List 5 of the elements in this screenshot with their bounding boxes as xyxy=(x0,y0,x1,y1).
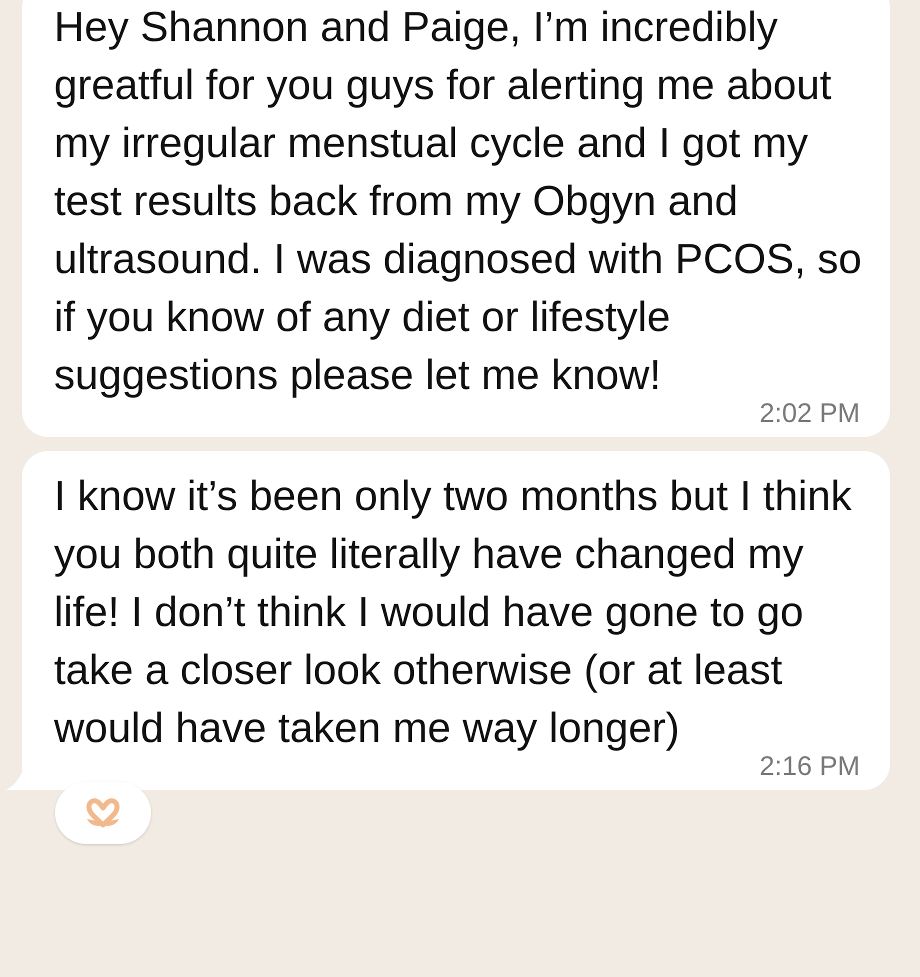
message-time: 2:16 PM xyxy=(759,753,860,780)
message-time: 2:02 PM xyxy=(759,400,860,427)
message-text: Hey Shannon and Paige, I’m incredibly greatful for you guys for alerting me about my irregular menstual cycle and I got my test results back from my Obgyn and ultrasound. I was diagnosed with PCOS, so if you know of any diet or lifestyle suggestions please let me know! xyxy=(54,2,862,400)
message-text: I know it’s been only two months but I think you both quite literally have changed my life! I don’t think I would have gone to go take a closer look otherwise (or at least would have taken me way longer) xyxy=(54,471,853,753)
reaction-badge[interactable] xyxy=(55,782,151,844)
